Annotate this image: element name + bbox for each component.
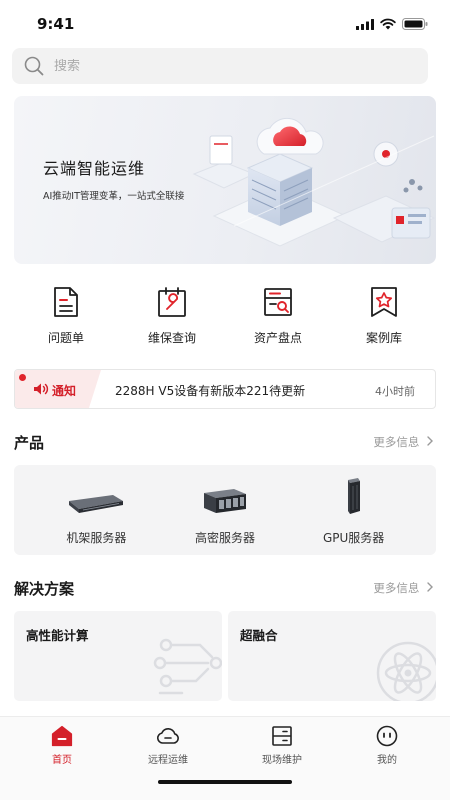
search-input[interactable] — [54, 58, 394, 74]
status-bar: 9:41 — [0, 0, 450, 46]
status-time: 9:41 — [37, 15, 75, 33]
home-indicator[interactable] — [158, 780, 292, 784]
search-icon — [24, 56, 44, 76]
gpu-server-image — [347, 478, 360, 514]
products-section-title: 产品 — [14, 434, 45, 452]
high-density-server-image — [203, 489, 246, 513]
quick-menu: 问题单 维保查询 资产盘点 案例库 — [14, 286, 436, 350]
tab-onsite-maintenance[interactable]: 现场维护 — [237, 725, 327, 766]
product-label: 机架服务器 — [66, 531, 127, 545]
cloud-datacenter-illustration — [192, 117, 436, 247]
notice-bar[interactable]: 通知 2288H V5设备有新版本221待更新 4小时前 — [14, 369, 436, 409]
quick-item-issue-ticket[interactable]: 问题单 — [14, 286, 118, 350]
solutions-section-title: 解决方案 — [14, 580, 75, 598]
server-rack-icon — [272, 726, 292, 746]
product-label: GPU服务器 — [322, 531, 385, 545]
atom-icon — [376, 641, 436, 701]
tab-label: 首页 — [52, 755, 72, 766]
quick-item-warranty-query[interactable]: 维保查询 — [120, 286, 224, 350]
bottom-tab-bar: 首页 远程运维 现场维护 我的 — [0, 716, 450, 800]
status-icons — [356, 18, 428, 30]
quick-item-label: 案例库 — [365, 331, 402, 345]
signal-icon — [356, 18, 374, 30]
notice-tag-label: 通知 — [52, 384, 77, 398]
tab-label: 远程运维 — [148, 755, 188, 766]
notice-text: 2288H V5设备有新版本221待更新 — [115, 384, 306, 398]
solution-label: 超融合 — [240, 628, 278, 643]
tab-profile[interactable]: 我的 — [342, 725, 432, 766]
more-link-label: 更多信息 — [373, 435, 420, 449]
calendar-wrench-icon — [158, 287, 186, 317]
server-search-icon — [264, 288, 292, 316]
bookmark-star-icon — [371, 287, 397, 317]
battery-icon — [402, 18, 428, 30]
search-bar[interactable] — [12, 48, 428, 84]
tab-home[interactable]: 首页 — [17, 725, 107, 766]
product-panel: 机架服务器 高密服务器 GPU服务器 — [14, 465, 436, 555]
cloud-icon — [156, 727, 179, 744]
solution-label: 高性能计算 — [26, 628, 89, 643]
unread-dot — [19, 374, 26, 381]
solution-card-hyperconverged[interactable]: 超融合 — [228, 611, 436, 701]
rack-server-image — [69, 495, 124, 513]
quick-item-asset-inventory[interactable]: 资产盘点 — [226, 286, 330, 350]
tab-remote-ops[interactable]: 远程运维 — [123, 725, 213, 766]
tab-label: 我的 — [377, 755, 397, 766]
solution-card-hpc[interactable]: 高性能计算 — [14, 611, 222, 701]
profile-icon — [376, 725, 398, 747]
home-icon — [51, 725, 73, 747]
promo-banner[interactable]: 云端智能运维 AI推动IT管理变革，一站式全联接 — [14, 96, 436, 264]
document-icon — [54, 287, 78, 317]
product-high-density-server[interactable]: 高密服务器 — [170, 465, 280, 555]
circuit-icon — [153, 638, 222, 695]
wifi-icon — [380, 18, 396, 30]
speaker-icon — [34, 383, 49, 395]
quick-item-label: 维保查询 — [147, 331, 196, 345]
solutions-more-link[interactable]: 更多信息 — [373, 580, 434, 596]
product-rack-server[interactable]: 机架服务器 — [41, 465, 151, 555]
chevron-right-icon — [427, 436, 433, 446]
products-more-link[interactable]: 更多信息 — [373, 434, 434, 450]
product-label: 高密服务器 — [194, 531, 255, 545]
quick-item-label: 问题单 — [47, 331, 84, 345]
more-link-label: 更多信息 — [373, 581, 420, 595]
chevron-right-icon — [427, 582, 433, 592]
product-gpu-server[interactable]: GPU服务器 — [299, 465, 409, 555]
notice-time: 4小时前 — [375, 385, 415, 398]
quick-item-case-library[interactable]: 案例库 — [332, 286, 436, 350]
tab-label: 现场维护 — [262, 755, 302, 766]
quick-item-label: 资产盘点 — [253, 331, 302, 345]
